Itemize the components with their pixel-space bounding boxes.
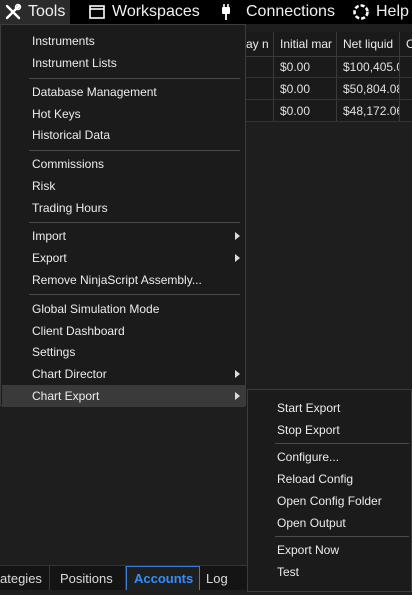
menu-item-export-label: Export <box>32 251 67 265</box>
table-row[interactable]: $0.00 $48,172.06 <box>240 100 412 122</box>
tab-log[interactable]: Log <box>200 566 248 590</box>
plug-icon <box>222 4 230 20</box>
chevron-right-icon <box>235 232 240 240</box>
grid-cell: $50,804.08 <box>337 78 400 99</box>
menu-separator <box>275 536 409 537</box>
chart-export-submenu: Start Export Stop Export Configure... Re… <box>247 389 412 592</box>
main-menubar: Tools Workspaces Connections Help <box>0 0 412 24</box>
submenu-item-open-config-folder[interactable]: Open Config Folder <box>248 490 411 512</box>
menu-item-import-label: Import <box>32 229 67 243</box>
grid-header-row: ay n Initial mar Net liquid C <box>240 32 412 57</box>
menu-item-chart-export[interactable]: Chart Export <box>2 385 245 407</box>
grid-cell <box>400 56 412 77</box>
chevron-right-icon <box>235 370 240 378</box>
grid-header-cell[interactable]: C <box>400 32 412 56</box>
submenu-item-reload-config[interactable]: Reload Config <box>248 468 411 490</box>
submenu-item-open-output[interactable]: Open Output <box>248 512 411 534</box>
menu-item-chart-director[interactable]: Chart Director <box>2 363 245 385</box>
menu-connections[interactable]: Connections <box>218 0 335 24</box>
menu-item-import[interactable]: Import <box>2 225 245 247</box>
menu-tools-label: Tools <box>28 3 66 20</box>
menu-item-settings[interactable]: Settings <box>2 341 245 363</box>
menu-item-chart-export-label: Chart Export <box>32 389 100 403</box>
menu-help-label: Help <box>376 3 409 20</box>
chevron-right-icon <box>235 254 240 262</box>
menu-workspaces-label: Workspaces <box>112 3 200 20</box>
menu-separator <box>29 78 240 79</box>
bottom-tab-bar: ategies Positions Accounts Log <box>0 565 248 590</box>
submenu-item-configure[interactable]: Configure... <box>248 446 411 468</box>
menu-tools[interactable]: Tools <box>0 0 70 24</box>
tab-positions[interactable]: Positions <box>50 566 126 590</box>
chevron-right-icon <box>235 392 240 400</box>
menu-item-instruments[interactable]: Instruments <box>2 30 245 52</box>
window-icon <box>89 5 105 19</box>
menu-item-client-dashboard[interactable]: Client Dashboard <box>2 320 245 342</box>
grid-cell: $0.00 <box>274 56 337 77</box>
grid-header-cell[interactable]: Initial mar <box>274 32 337 56</box>
menu-item-hot-keys[interactable]: Hot Keys <box>2 103 245 125</box>
table-row[interactable]: $0.00 $100,405.0 <box>240 56 412 78</box>
menu-workspaces[interactable]: Workspaces <box>88 0 200 24</box>
grid-cell <box>400 78 412 99</box>
menu-separator <box>29 222 240 223</box>
menu-item-historical-data[interactable]: Historical Data <box>2 124 245 146</box>
menu-item-trading-hours[interactable]: Trading Hours <box>2 197 245 219</box>
grid-cell: $48,172.06 <box>337 100 400 121</box>
menu-help[interactable]: Help <box>352 0 409 24</box>
menu-item-export[interactable]: Export <box>2 247 245 269</box>
menu-item-global-simulation-mode[interactable]: Global Simulation Mode <box>2 298 245 320</box>
menu-connections-label: Connections <box>246 3 335 20</box>
menu-item-remove-ninjascript-assembly[interactable]: Remove NinjaScript Assembly... <box>2 269 245 291</box>
help-icon <box>353 4 369 20</box>
menu-item-commissions[interactable]: Commissions <box>2 153 245 175</box>
menu-item-chart-director-label: Chart Director <box>32 367 107 381</box>
grid-cell: $0.00 <box>274 78 337 99</box>
tab-accounts[interactable]: Accounts <box>126 566 200 590</box>
submenu-item-stop-export[interactable]: Stop Export <box>248 419 411 441</box>
menu-separator <box>29 150 240 151</box>
table-row[interactable]: $0.00 $50,804.08 <box>240 78 412 100</box>
grid-cell: $0.00 <box>274 100 337 121</box>
submenu-item-test[interactable]: Test <box>248 561 411 583</box>
tab-strategies[interactable]: ategies <box>0 566 50 590</box>
grid-cell <box>400 100 412 121</box>
submenu-item-start-export[interactable]: Start Export <box>248 397 411 419</box>
menu-separator <box>275 443 409 444</box>
submenu-item-export-now[interactable]: Export Now <box>248 539 411 561</box>
accounts-grid: ay n Initial mar Net liquid C $0.00 $100… <box>240 32 412 122</box>
tools-menu: Instruments Instrument Lists Database Ma… <box>0 24 246 407</box>
grid-cell: $100,405.0 <box>337 56 400 77</box>
tools-icon <box>5 3 22 20</box>
menu-item-risk[interactable]: Risk <box>2 175 245 197</box>
grid-header-cell[interactable]: Net liquid <box>337 32 400 56</box>
menu-separator <box>29 294 240 295</box>
menu-item-database-management[interactable]: Database Management <box>2 81 245 103</box>
menu-item-instrument-lists[interactable]: Instrument Lists <box>2 52 245 74</box>
